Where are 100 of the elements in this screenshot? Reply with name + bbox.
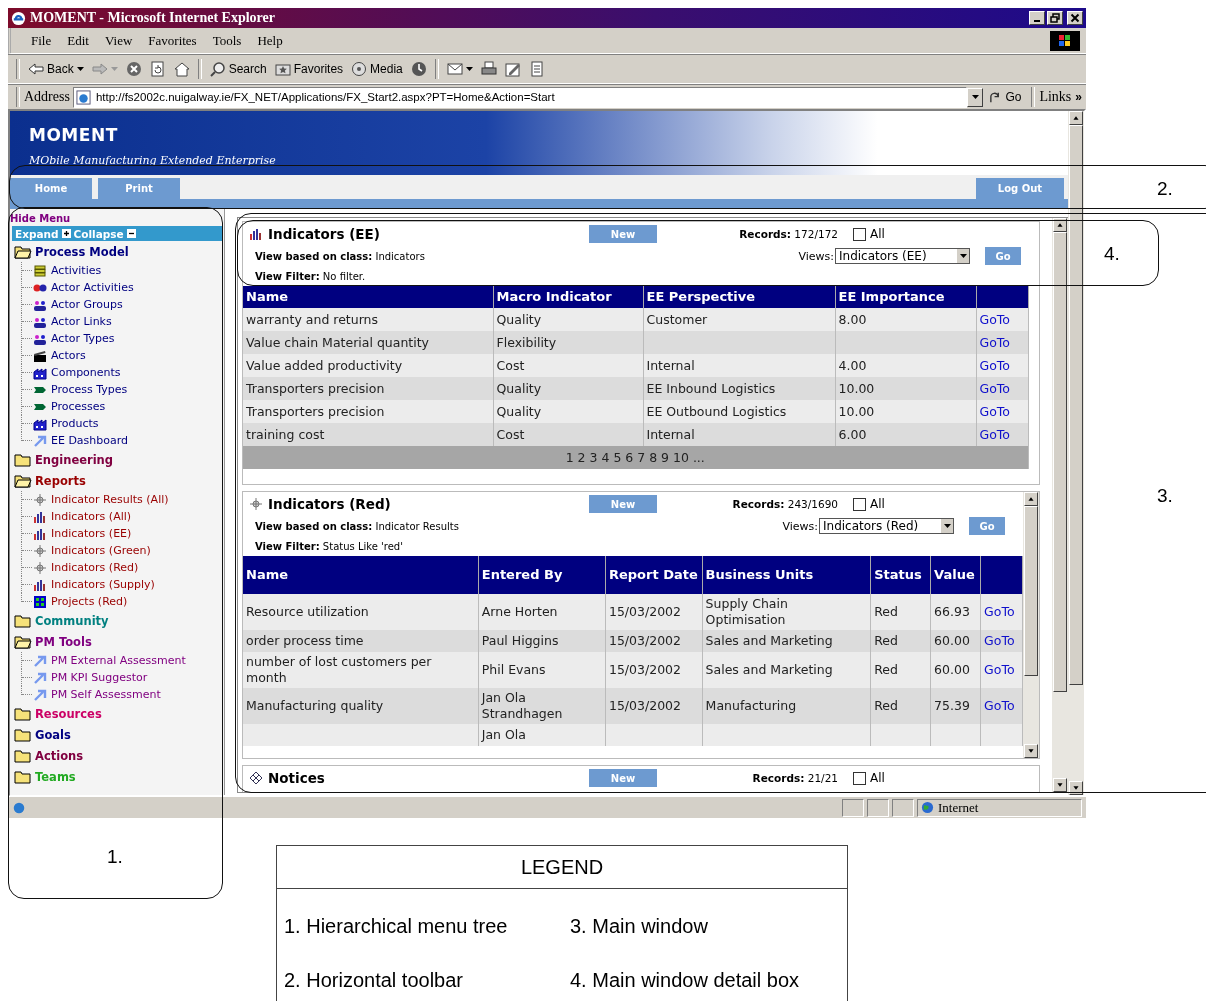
menu-item[interactable]: Process Types	[51, 383, 128, 396]
hide-menu-link[interactable]: Hide Menu	[10, 213, 71, 224]
goto-link[interactable]: GoTo	[980, 630, 1023, 652]
favorites-button[interactable]: Favorites	[270, 57, 348, 81]
close-button[interactable]	[1067, 11, 1083, 25]
goto-link[interactable]: GoTo	[976, 354, 1028, 377]
media-button[interactable]: Media	[347, 57, 407, 81]
more-links-button[interactable]: »	[1071, 90, 1086, 104]
goto-link[interactable]: GoTo	[976, 400, 1028, 423]
menu-item[interactable]: PM Self Assessment	[51, 688, 161, 701]
all-checkbox[interactable]	[853, 497, 866, 511]
scrollbar[interactable]	[1023, 492, 1039, 758]
table-cell: 66.93	[930, 594, 981, 630]
menu-item[interactable]: Indicators (EE)	[51, 527, 132, 540]
table-cell: 6.00	[835, 423, 976, 446]
restore-icon	[1050, 13, 1060, 23]
menu-item[interactable]: Edit	[59, 32, 97, 49]
menu-item[interactable]: Actor Types	[51, 332, 115, 345]
dropdown-button[interactable]	[967, 87, 984, 107]
menu-item[interactable]: Indicator Results (All)	[51, 493, 169, 506]
menu-item[interactable]: Help	[249, 32, 291, 49]
minus-icon[interactable]	[126, 229, 136, 238]
links-button[interactable]: Links	[1039, 89, 1072, 105]
menu-item[interactable]: PM External Assessment	[51, 654, 186, 667]
menu-item[interactable]: Indicators (Supply)	[51, 578, 155, 591]
search-button[interactable]: Search	[205, 57, 271, 81]
pagination[interactable]: 1 2 3 4 5 6 7 8 9 10 ...	[565, 449, 705, 465]
home-icon	[173, 61, 190, 77]
table-cell: Transporters precision	[243, 377, 493, 400]
scroll-thumb[interactable]	[1069, 125, 1083, 685]
building-icon	[33, 416, 47, 431]
menu-item[interactable]: Actors	[51, 349, 86, 362]
coins-icon	[33, 263, 47, 278]
menu-group[interactable]: Goals	[35, 727, 71, 742]
caret-icon	[76, 67, 84, 71]
menu-item[interactable]: Actor Links	[51, 315, 112, 328]
scrollbar[interactable]	[1052, 218, 1068, 792]
scrollbar[interactable]	[1068, 111, 1084, 795]
menu-group[interactable]: PM Tools	[35, 634, 92, 649]
table-cell: 15/03/2002	[605, 594, 703, 630]
menu-item[interactable]: Indicators (Green)	[51, 544, 151, 557]
back-button[interactable]: Back	[24, 57, 88, 81]
security-zone: Internet	[917, 798, 1082, 817]
menu-item[interactable]: Indicators (All)	[51, 510, 132, 523]
goto-link[interactable]: GoTo	[976, 423, 1028, 446]
table-cell: 10.00	[835, 400, 976, 423]
menu-group[interactable]: Reports	[35, 473, 86, 488]
menu-group[interactable]: Resources	[35, 706, 102, 721]
menu-item[interactable]: Tools	[204, 32, 250, 49]
menu-item[interactable]: File	[23, 32, 60, 49]
scroll-down-icon[interactable]	[1024, 744, 1038, 758]
column-header	[976, 286, 1028, 308]
goto-link[interactable]: GoTo	[980, 652, 1023, 688]
scroll-thumb[interactable]	[1053, 232, 1067, 692]
scroll-down-icon[interactable]	[1053, 778, 1067, 792]
menu-item[interactable]: Activities	[51, 264, 102, 277]
bar-chart-icon	[249, 227, 263, 241]
go-button[interactable]: Go	[983, 90, 1028, 104]
scroll-down-icon[interactable]	[1069, 781, 1083, 795]
goto-link[interactable]: GoTo	[976, 308, 1028, 331]
scroll-up-icon[interactable]	[1024, 492, 1038, 506]
restore-button[interactable]	[1047, 11, 1063, 25]
menu-group[interactable]: Community	[35, 613, 109, 628]
menu-item[interactable]: View	[96, 32, 141, 49]
menu-item[interactable]: Projects (Red)	[51, 595, 128, 608]
views-select[interactable]: Indicators (Red)	[819, 518, 954, 534]
menu-item[interactable]: Indicators (Red)	[51, 561, 139, 574]
goto-link[interactable]: GoTo	[980, 688, 1023, 724]
status-pane	[892, 798, 914, 817]
menu-item[interactable]: PM KPI Suggestor	[51, 671, 148, 684]
table-cell: 8.00	[835, 308, 976, 331]
all-checkbox[interactable]	[853, 771, 866, 785]
menu-item[interactable]: Favorites	[140, 32, 205, 49]
scroll-up-icon[interactable]	[1069, 111, 1083, 125]
views-select[interactable]: Indicators (EE)	[835, 248, 970, 264]
table-cell: Red	[870, 652, 931, 688]
goto-link[interactable]: GoTo	[976, 331, 1028, 354]
caret-icon	[957, 249, 969, 263]
menu-item[interactable]: Actor Activities	[51, 281, 134, 294]
crosshair-icon	[33, 560, 47, 575]
records-count: Records: 21/21	[752, 772, 838, 784]
minimize-button[interactable]	[1029, 11, 1045, 25]
menu-item[interactable]: Processes	[51, 400, 106, 413]
menu-item[interactable]: Products	[51, 417, 99, 430]
address-field[interactable]: http://fs2002c.nuigalway.ie/FX_NET/Applications/FX_Start2.aspx?PT=Home&Action=Start	[72, 86, 968, 108]
menu-item[interactable]: Components	[51, 366, 121, 379]
menu-group[interactable]: Process Model	[35, 244, 129, 259]
menu-item[interactable]: Actor Groups	[51, 298, 123, 311]
menu-group[interactable]: Engineering	[35, 452, 114, 467]
scroll-thumb[interactable]	[1024, 506, 1038, 676]
table-cell: 75.39	[930, 688, 981, 724]
page-icon	[528, 61, 545, 77]
all-checkbox[interactable]	[853, 227, 866, 241]
plus-icon[interactable]	[61, 229, 71, 238]
table-cell: Transporters precision	[243, 400, 493, 423]
bar-chart-icon	[33, 577, 47, 592]
goto-link[interactable]: GoTo	[976, 377, 1028, 400]
menu-item[interactable]: EE Dashboard	[51, 434, 129, 447]
menu-group[interactable]: Actions	[35, 748, 84, 763]
goto-link[interactable]: GoTo	[980, 594, 1023, 630]
